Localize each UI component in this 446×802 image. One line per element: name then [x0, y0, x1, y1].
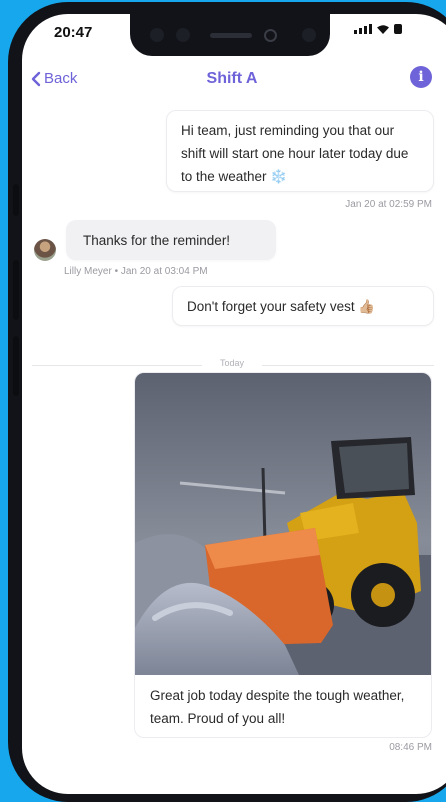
sensor-dot: [176, 28, 190, 42]
message-bubble-outgoing[interactable]: Hi team, just reminding you that our shi…: [166, 110, 434, 192]
message-bubble-incoming[interactable]: Thanks for the reminder!: [66, 220, 276, 260]
image-message[interactable]: Great job today despite the tough weathe…: [134, 372, 432, 738]
image-caption: Great job today despite the tough weathe…: [150, 688, 405, 726]
status-icons: [354, 24, 402, 34]
message-text: Don't forget your safety vest 👍🏼: [187, 299, 376, 314]
phone-screen: 20:47 Back Shift A i Hi team, just remin…: [22, 14, 446, 794]
sensor-dot-right: [302, 28, 316, 42]
date-divider-line-right: [262, 365, 434, 366]
volume-up-button: [13, 260, 19, 320]
message-bubble-outgoing[interactable]: Don't forget your safety vest 👍🏼: [172, 286, 434, 326]
signal-icon: [354, 24, 372, 34]
image-timestamp: 08:46 PM: [389, 742, 432, 753]
mute-switch: [13, 184, 19, 216]
message-text: Thanks for the reminder!: [83, 233, 231, 248]
speaker-grille: [210, 33, 252, 38]
chat-header: Back Shift A i: [22, 66, 442, 96]
notch: [130, 14, 330, 56]
date-divider-label: Today: [219, 358, 245, 368]
snowplow-loader-photo[interactable]: [135, 373, 431, 675]
camera-dot: [150, 28, 164, 42]
chat-title: Shift A: [206, 70, 258, 87]
info-icon[interactable]: i: [410, 66, 432, 88]
avatar[interactable]: [34, 239, 56, 261]
message-text: Hi team, just reminding you that our shi…: [181, 123, 409, 184]
status-time: 20:47: [54, 24, 93, 41]
message-timestamp: Jan 20 at 02:59 PM: [345, 199, 432, 210]
front-camera: [264, 29, 277, 42]
volume-down-button: [13, 336, 19, 396]
battery-icon: [394, 24, 402, 34]
message-sender-meta: Lilly Meyer • Jan 20 at 03:04 PM: [64, 266, 208, 277]
wifi-icon: [377, 25, 389, 34]
